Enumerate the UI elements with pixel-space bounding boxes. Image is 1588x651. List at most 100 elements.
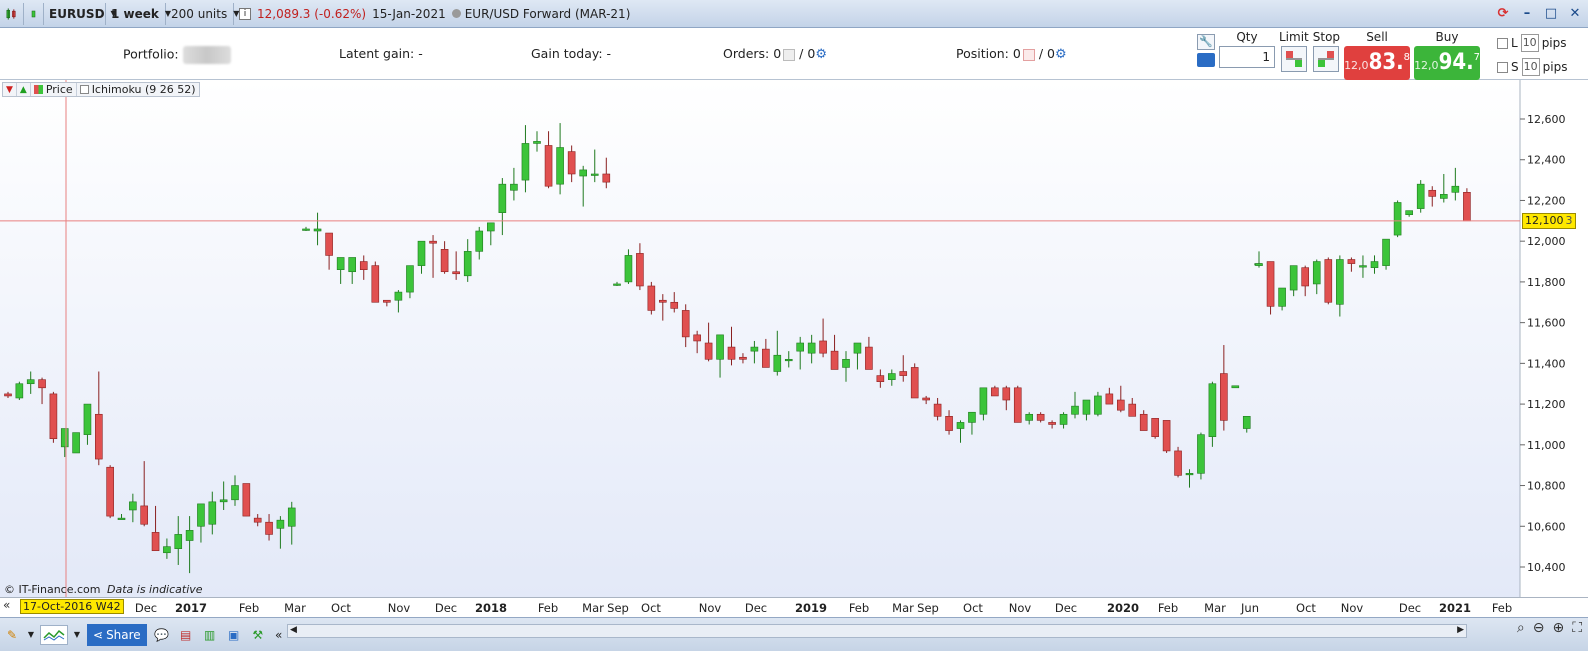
symbol-select[interactable]: EURUSD ▼ (44, 2, 117, 25)
candle-body (336, 257, 345, 270)
x-tick-label: 2019 (795, 601, 827, 615)
zoom-in-icon[interactable]: ⊕ (1552, 620, 1564, 636)
buy-button[interactable]: 12,0 94. 7 (1414, 46, 1481, 80)
candle-body (521, 143, 530, 181)
chat-icon[interactable]: 💬 (152, 625, 172, 645)
stop-order-button[interactable] (1313, 46, 1340, 72)
candle-body (1463, 192, 1471, 222)
chevron-down-icon[interactable]: ▼ (26, 625, 36, 645)
candle-body (417, 240, 426, 266)
arrow-up-icon: ▲ (19, 84, 27, 95)
fullscreen-icon[interactable]: ⛶ (1572, 620, 1582, 636)
keyboard-icon[interactable] (1197, 53, 1215, 67)
scroll-up-button[interactable]: ▲ (17, 83, 31, 96)
chart-area[interactable]: 12,600 12,400 12,200 12,000 11,800 11,600 11,4… (0, 80, 1588, 597)
candle-body (1428, 189, 1437, 197)
cursor-price-label: 12,100 3 (1522, 212, 1576, 229)
scroll-left-arrow-icon[interactable]: ◀ (290, 625, 297, 635)
legend-ichimoku[interactable]: Ichimoku (9 26 52) (77, 83, 199, 96)
pips-panel: L 10 pips S 10 pips (1497, 34, 1567, 76)
price-change: 12,089.3 (-0.62%) (257, 6, 367, 21)
wrench-icon[interactable]: 🔧 (1197, 34, 1215, 50)
scroll-right-arrow-icon[interactable]: ▶ (1457, 625, 1464, 635)
scroll-down-button[interactable]: ▼ (3, 83, 17, 96)
candle-body (727, 346, 736, 360)
candle-body (325, 232, 333, 256)
x-tick-label: 2021 (1439, 601, 1471, 615)
orders-field[interactable]: Orders: 0 / 0⚙ (723, 46, 827, 62)
limit-pips-input[interactable]: 10 (1520, 34, 1539, 52)
candle-body (567, 151, 576, 175)
chevron-down-icon[interactable]: ▼ (72, 625, 82, 645)
info-icon[interactable]: i (239, 7, 251, 20)
indicator-icon[interactable] (40, 624, 68, 645)
pencil-icon[interactable]: ✎ (2, 625, 22, 645)
sync-icon[interactable]: ⟳ (1494, 4, 1512, 22)
minimize-button[interactable]: – (1518, 4, 1536, 22)
candle-body (72, 432, 80, 454)
gain-today-label: Gain today: (531, 46, 603, 61)
share-button[interactable]: ⋖ Share (87, 623, 147, 646)
candle-body (647, 285, 656, 311)
chart-type-icon[interactable] (0, 2, 24, 25)
horizontal-scrollbar[interactable]: ◀ ▶ (287, 624, 1467, 638)
x-tick-label: Mar (1204, 601, 1226, 615)
buy-column: Buy 12,0 94. 7 (1414, 30, 1481, 80)
x-tick-label: 2018 (475, 601, 507, 615)
sheet-icon[interactable]: ▤ (176, 625, 196, 645)
candle-body (1231, 385, 1240, 389)
indicative-note: Data is indicative (107, 583, 203, 596)
zoom-controls: ⌕ ⊖ ⊕ ⛶ (1517, 620, 1582, 636)
x-tick-label: Feb (239, 601, 259, 615)
legend-price[interactable]: Price (31, 83, 77, 96)
position-field[interactable]: Position: 0 / 0⚙ (956, 46, 1067, 62)
scroll-left-icon[interactable]: « (3, 598, 10, 612)
candle-body (452, 271, 460, 275)
limit-order-button[interactable] (1280, 46, 1307, 72)
tool-column: 🔧 (1197, 34, 1215, 67)
limit-pips-row: L 10 pips (1497, 34, 1567, 52)
candle-body (819, 340, 827, 354)
stop-pips-input[interactable]: 10 (1521, 58, 1540, 76)
gear-icon[interactable]: ⚙ (815, 47, 827, 62)
limit-pips-checkbox[interactable] (1497, 37, 1508, 49)
close-button[interactable]: ✕ (1566, 4, 1584, 22)
collapse-left-icon[interactable]: « (272, 625, 286, 645)
candle-body (49, 393, 58, 440)
sell-button[interactable]: 12,0 83. 8 (1344, 46, 1411, 80)
buy-price-pip: 7 (1473, 52, 1480, 63)
candle-body (440, 249, 449, 273)
chart-icon-2[interactable] (24, 2, 44, 25)
y-tick-label: 10,400 (1527, 561, 1566, 574)
cursor-price-suffix: 3 (1565, 213, 1573, 227)
chart-legend: ▼ ▲ Price Ichimoku (9 26 52) (2, 82, 200, 97)
candle-body (276, 519, 285, 529)
zoom-fit-icon[interactable]: ⌕ (1517, 620, 1525, 636)
tools-icon[interactable]: ⚒ (248, 625, 268, 645)
bars-icon[interactable]: ▥ (200, 625, 220, 645)
y-tick-label: 12,400 (1527, 154, 1566, 167)
qty-label: Qty (1236, 30, 1258, 44)
candlestick-chart[interactable]: 12,600 12,400 12,200 12,000 11,800 11,600 11,4… (0, 80, 1588, 597)
stop-pips-label: S (1511, 60, 1519, 74)
x-tick-label: Feb (849, 601, 869, 615)
ichimoku-checkbox[interactable] (79, 85, 89, 94)
candle-body (762, 348, 770, 368)
maximize-button[interactable]: □ (1542, 4, 1560, 22)
stop-pips-checkbox[interactable] (1497, 61, 1508, 73)
gain-today-field: Gain today: - (531, 46, 611, 61)
qty-input[interactable]: 1 (1219, 46, 1275, 68)
position-label: Position: (956, 46, 1009, 61)
y-tick-label: 10,600 (1527, 520, 1566, 533)
units-select[interactable]: 200 units ▼ (166, 2, 239, 25)
buy-label: Buy (1435, 30, 1459, 44)
limit-column: Limit (1279, 30, 1309, 72)
period-select[interactable]: 1 week ▼ (106, 2, 171, 25)
gear-icon[interactable]: ⚙ (1055, 47, 1067, 62)
candle-body (1105, 393, 1114, 405)
zoom-out-icon[interactable]: ⊖ (1533, 620, 1545, 636)
candle-body (1185, 473, 1194, 476)
stop-column: Stop (1313, 30, 1340, 72)
window-chart-icon[interactable]: ▣ (224, 625, 244, 645)
candle-body (1117, 399, 1125, 411)
